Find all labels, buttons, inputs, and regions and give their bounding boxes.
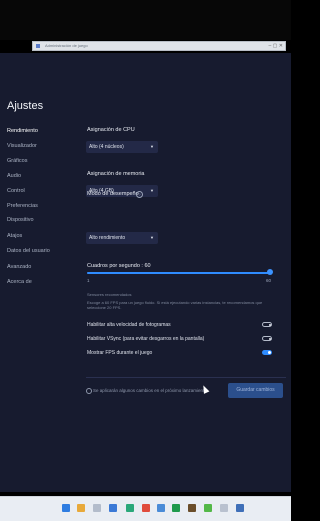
toggle-label-high-fps: Habilitar alta velocidad de fotogramas <box>87 322 171 328</box>
app-icon[interactable] <box>220 504 228 512</box>
chrome-icon[interactable] <box>142 504 150 512</box>
chevron-down-icon: ▼ <box>150 235 154 240</box>
toggle-label-vsync: Habilitar VSync (para evitar desgarros e… <box>87 336 205 342</box>
video-frame-top <box>0 0 291 40</box>
sidebar-item-rendimiento[interactable]: Rendimiento <box>7 128 38 134</box>
sidebar-item-acerca-de[interactable]: Acerca de <box>7 279 32 285</box>
fps-slider-fill <box>87 272 270 274</box>
search-icon[interactable] <box>93 504 101 512</box>
cpu-allocation-label: Asignación de CPU <box>87 127 135 133</box>
performance-mode-value: Alto rendimiento <box>89 235 126 241</box>
chevron-down-icon: ▼ <box>150 144 154 149</box>
sidebar-item-avanzado[interactable]: Avanzado <box>7 264 31 270</box>
cpu-allocation-value: Alto (4 núcleos) <box>89 144 124 150</box>
fps-max-label: 60 <box>266 278 272 283</box>
performance-mode-label: Modo de desempeño <box>87 191 139 197</box>
restart-notice: Se aplicarán algunos cambios en el próxi… <box>93 388 207 393</box>
fps-recommended-text: Sensores recomendados <box>87 292 132 297</box>
vsync-toggle[interactable] <box>262 336 272 341</box>
fps-label: Cuadros por segundo : 60 <box>87 263 151 269</box>
fps-min-label: 1 <box>87 278 90 283</box>
sidebar-item-atajos[interactable]: Atajos <box>7 233 22 239</box>
help-icon[interactable]: ? <box>136 191 143 198</box>
windows-icon[interactable] <box>62 504 70 512</box>
save-changes-button[interactable]: Guardar cambios <box>228 383 283 398</box>
app-icon <box>36 44 40 48</box>
fps-slider-track[interactable] <box>87 272 270 274</box>
divider <box>86 377 286 378</box>
sidebar-item-audio[interactable]: Audio <box>7 173 21 179</box>
sidebar-item-graficos[interactable]: Gráficos <box>7 158 27 164</box>
sidebar-item-dispositivo[interactable]: Dispositivo <box>7 217 34 223</box>
toggle-label-show-fps: Mostrar FPS durante el juego <box>87 350 153 356</box>
sidebar-item-visualizador[interactable]: Visualizador <box>7 143 37 149</box>
sidebar-item-datos-usuario[interactable]: Datos del usuario <box>7 248 50 254</box>
window-title: Administración de juego <box>45 43 88 48</box>
cpu-allocation-dropdown[interactable]: Alto (4 núcleos) ▼ <box>86 141 158 153</box>
show-fps-toggle[interactable] <box>262 350 272 355</box>
image-icon[interactable] <box>236 504 244 512</box>
game-icon[interactable] <box>188 504 196 512</box>
store-icon[interactable] <box>109 504 117 512</box>
memory-allocation-label: Asignación de memoria <box>87 171 145 177</box>
excel-icon[interactable] <box>172 504 180 512</box>
chevron-down-icon: ▼ <box>150 188 154 193</box>
high-fps-toggle[interactable] <box>262 322 272 327</box>
info-icon <box>86 388 92 394</box>
file-explorer-icon[interactable] <box>77 504 85 512</box>
window-controls[interactable]: – ▢ ✕ <box>269 42 283 50</box>
bluestacks-icon[interactable] <box>204 504 212 512</box>
mail-icon[interactable] <box>157 504 165 512</box>
fps-slider-thumb[interactable] <box>267 269 273 275</box>
performance-mode-dropdown[interactable]: Alto rendimiento ▼ <box>86 232 158 244</box>
sidebar-item-preferencias[interactable]: Preferencias <box>7 203 38 209</box>
sidebar-item-control[interactable]: Control <box>7 188 25 194</box>
window-title-bar[interactable]: Administración de juego – ▢ ✕ <box>32 41 286 51</box>
edge-icon[interactable] <box>126 504 134 512</box>
fps-info-text: Escoge a 60 FPS para un juego fluido. Si… <box>87 300 263 310</box>
settings-title: Ajustes <box>7 100 44 112</box>
